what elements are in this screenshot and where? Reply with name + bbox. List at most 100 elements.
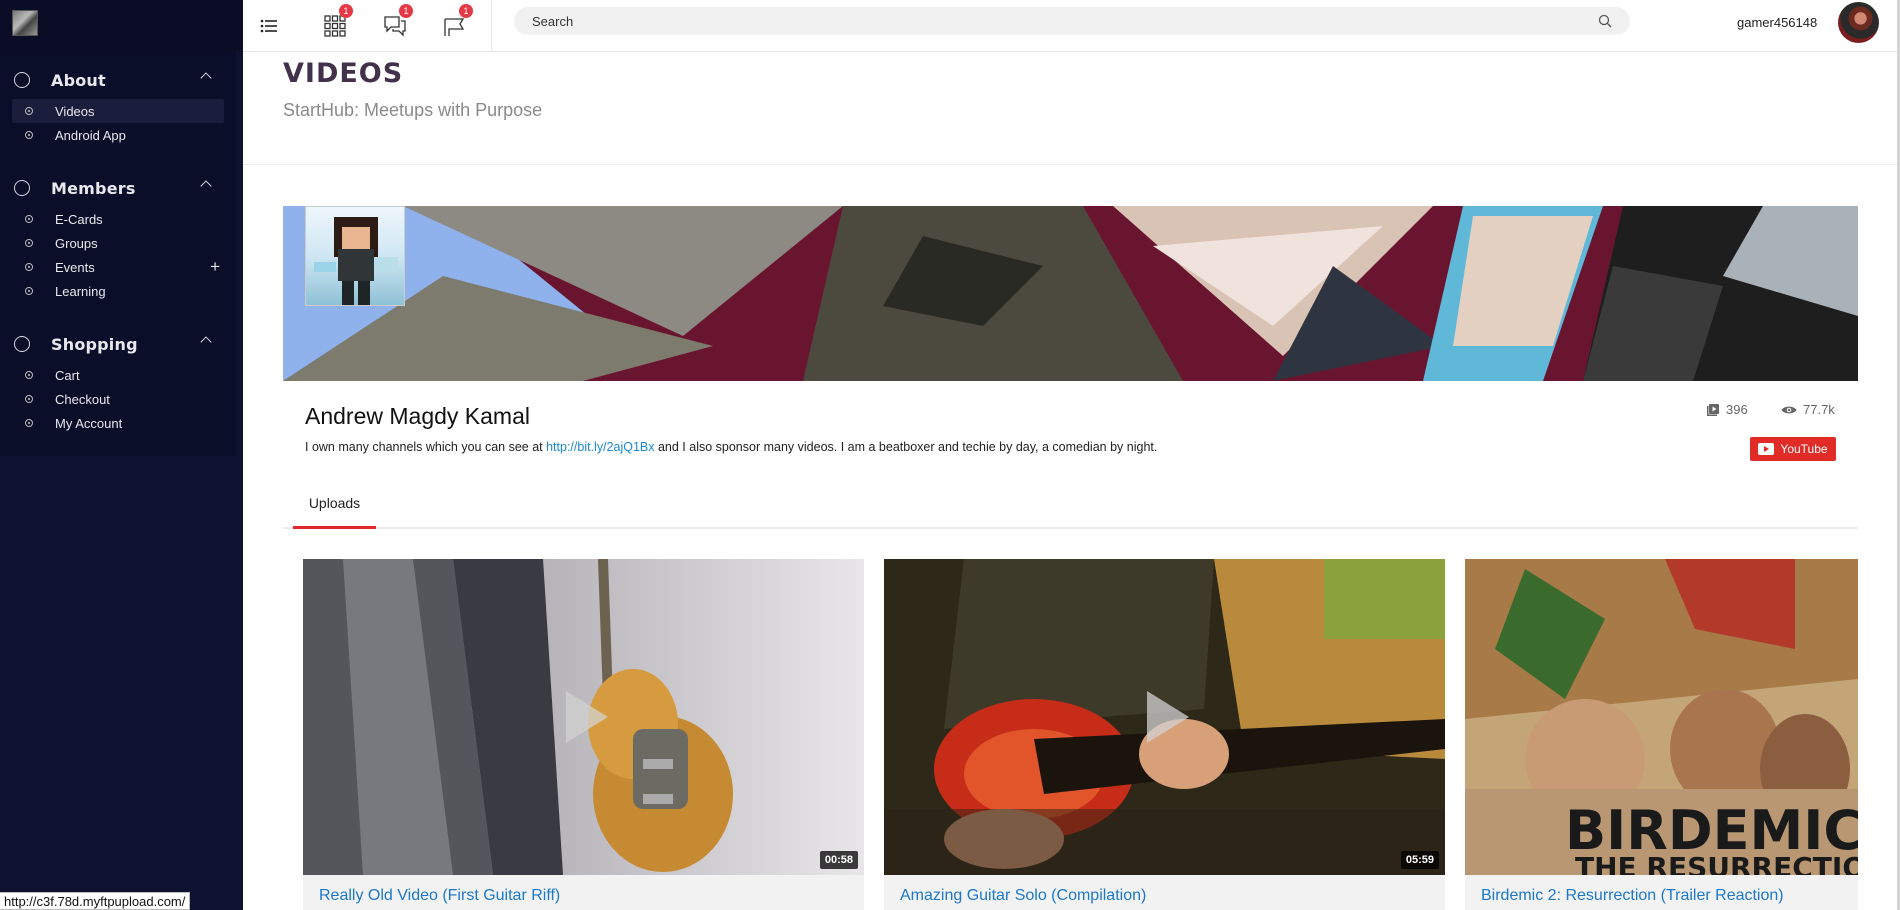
description-text: and I also sponsor many videos. I am a b… bbox=[654, 440, 1158, 454]
bullet-icon bbox=[25, 395, 33, 403]
youtube-button-label: YouTube bbox=[1780, 442, 1828, 456]
youtube-button[interactable]: YouTube bbox=[1750, 437, 1836, 461]
sidebar-item-e-cards[interactable]: E-Cards bbox=[12, 207, 224, 231]
sidebar-item-label: Events bbox=[55, 259, 95, 275]
sidebar-header bbox=[0, 0, 243, 51]
video-library-icon bbox=[1707, 403, 1719, 416]
sidebar-group-shopping: Shopping Cart Checkout My Account bbox=[0, 329, 236, 435]
sidebar-item-learning[interactable]: Learning bbox=[12, 279, 224, 303]
channel-banner bbox=[283, 206, 1858, 381]
list-icon bbox=[260, 19, 277, 33]
page-subtitle: StartHub: Meetups with Purpose bbox=[283, 100, 543, 120]
sidebar-item-my-account[interactable]: My Account bbox=[12, 411, 224, 435]
eye-icon bbox=[1781, 406, 1797, 413]
video-card[interactable]: 00:58 Really Old Video (First Guitar Rif… bbox=[303, 559, 864, 910]
bullet-icon bbox=[25, 239, 33, 247]
top-bar: 1 1 1 gamer456148 bbox=[243, 0, 1900, 52]
play-icon[interactable] bbox=[565, 691, 608, 743]
video-card[interactable]: 05:59 Amazing Guitar Solo (Compilation) bbox=[884, 559, 1445, 910]
sidebar-group-label: Shopping bbox=[51, 334, 138, 354]
circle-icon bbox=[14, 180, 30, 196]
view-count-value: 77.7k bbox=[1803, 402, 1835, 417]
avatar[interactable] bbox=[1838, 2, 1879, 43]
sidebar-group-members-header[interactable]: Members bbox=[0, 173, 236, 203]
username[interactable]: gamer456148 bbox=[1737, 15, 1817, 30]
thumbnail-subtitle-text: THE RESURRECTION bbox=[1575, 851, 1858, 875]
plus-icon[interactable]: + bbox=[210, 257, 220, 277]
video-thumbnail[interactable]: 05:59 bbox=[884, 559, 1445, 875]
channel-name: Andrew Magdy Kamal bbox=[305, 403, 530, 429]
video-thumbnail[interactable]: BIRDEMIC THE RESURRECTION bbox=[1465, 559, 1858, 875]
sidebar-item-label: Videos bbox=[55, 103, 95, 119]
page-title: VIDEOS bbox=[283, 58, 404, 89]
sidebar-group-label: Members bbox=[51, 178, 136, 198]
video-meta: Birdemic 2: Resurrection (Trailer Reacti… bbox=[1465, 875, 1858, 910]
search-input[interactable] bbox=[532, 13, 1598, 29]
apps-button[interactable]: 1 bbox=[309, 0, 361, 52]
search-bar bbox=[514, 7, 1630, 35]
chevron-up-icon bbox=[200, 180, 212, 192]
bullet-icon bbox=[25, 263, 33, 271]
sidebar-group-about: About Videos Android App bbox=[0, 65, 236, 147]
sidebar-item-label: Groups bbox=[55, 235, 98, 251]
video-card[interactable]: BIRDEMIC THE RESURRECTION Birdemic 2: Re… bbox=[1465, 559, 1858, 910]
status-bar-url: http://c3f.78d.myftpupload.com/ bbox=[0, 892, 191, 910]
bullet-icon bbox=[25, 131, 33, 139]
sidebar-nav: About Videos Android App Members E-Cards bbox=[0, 51, 236, 456]
sidebar-item-groups[interactable]: Groups bbox=[12, 231, 224, 255]
channel-link[interactable]: http://bit.ly/2ajQ1Bx bbox=[546, 440, 654, 454]
video-count-value: 396 bbox=[1726, 402, 1748, 417]
chevron-up-icon bbox=[200, 72, 212, 84]
sidebar-item-checkout[interactable]: Checkout bbox=[12, 387, 224, 411]
app-logo[interactable] bbox=[12, 10, 38, 36]
sidebar-group-label: About bbox=[51, 70, 106, 90]
sidebar-item-cart[interactable]: Cart bbox=[12, 363, 224, 387]
circle-icon bbox=[14, 336, 30, 352]
sidebar-item-label: E-Cards bbox=[55, 211, 103, 227]
chevron-up-icon bbox=[200, 336, 212, 348]
flag-icon bbox=[444, 18, 465, 36]
video-duration: 00:58 bbox=[819, 851, 858, 869]
video-title[interactable]: Really Old Video (First Guitar Riff) bbox=[319, 887, 848, 905]
messages-button[interactable]: 1 bbox=[369, 0, 421, 52]
announcements-button[interactable]: 1 bbox=[429, 0, 481, 52]
search-icon[interactable] bbox=[1598, 14, 1612, 28]
sidebar-item-events[interactable]: Events + bbox=[12, 255, 224, 279]
youtube-icon bbox=[1758, 443, 1775, 455]
bullet-icon bbox=[25, 371, 33, 379]
video-title[interactable]: Birdemic 2: Resurrection (Trailer Reacti… bbox=[1481, 887, 1842, 905]
sidebar-item-label: Cart bbox=[55, 367, 80, 383]
sidebar-item-label: My Account bbox=[55, 415, 123, 431]
sidebar-item-label: Checkout bbox=[55, 391, 110, 407]
video-meta: Really Old Video (First Guitar Riff) bbox=[303, 875, 864, 910]
description-text: I own many channels which you can see at bbox=[305, 440, 547, 454]
view-count: 77.7k bbox=[1781, 402, 1835, 417]
circle-icon bbox=[14, 72, 30, 88]
channel-description: I own many channels which you can see at… bbox=[305, 440, 1157, 454]
video-duration: 05:59 bbox=[1400, 851, 1439, 869]
sidebar: About Videos Android App Members E-Cards bbox=[0, 0, 243, 910]
channel-avatar[interactable] bbox=[305, 206, 405, 306]
sidebar-item-label: Learning bbox=[55, 283, 106, 299]
menu-toggle-button[interactable] bbox=[243, 0, 295, 52]
tab-uploads[interactable]: Uploads bbox=[293, 493, 376, 529]
play-icon[interactable] bbox=[1146, 691, 1189, 743]
bullet-icon bbox=[25, 215, 33, 223]
sidebar-group-about-header[interactable]: About bbox=[0, 65, 236, 95]
video-thumbnail[interactable]: 00:58 bbox=[303, 559, 864, 875]
grid-icon bbox=[324, 15, 346, 37]
divider bbox=[491, 0, 492, 52]
notification-badge: 1 bbox=[399, 4, 413, 18]
notification-badge: 1 bbox=[459, 4, 473, 18]
tabs-divider bbox=[283, 527, 1858, 529]
video-title[interactable]: Amazing Guitar Solo (Compilation) bbox=[900, 887, 1429, 905]
sidebar-group-shopping-header[interactable]: Shopping bbox=[0, 329, 236, 359]
sidebar-item-videos[interactable]: Videos bbox=[12, 99, 224, 123]
video-count: 396 bbox=[1706, 402, 1748, 417]
divider bbox=[243, 164, 1900, 165]
chat-icon bbox=[384, 16, 406, 37]
bullet-icon bbox=[25, 419, 33, 427]
bullet-icon bbox=[25, 107, 33, 115]
video-meta: Amazing Guitar Solo (Compilation) bbox=[884, 875, 1445, 910]
sidebar-item-android-app[interactable]: Android App bbox=[12, 123, 224, 147]
